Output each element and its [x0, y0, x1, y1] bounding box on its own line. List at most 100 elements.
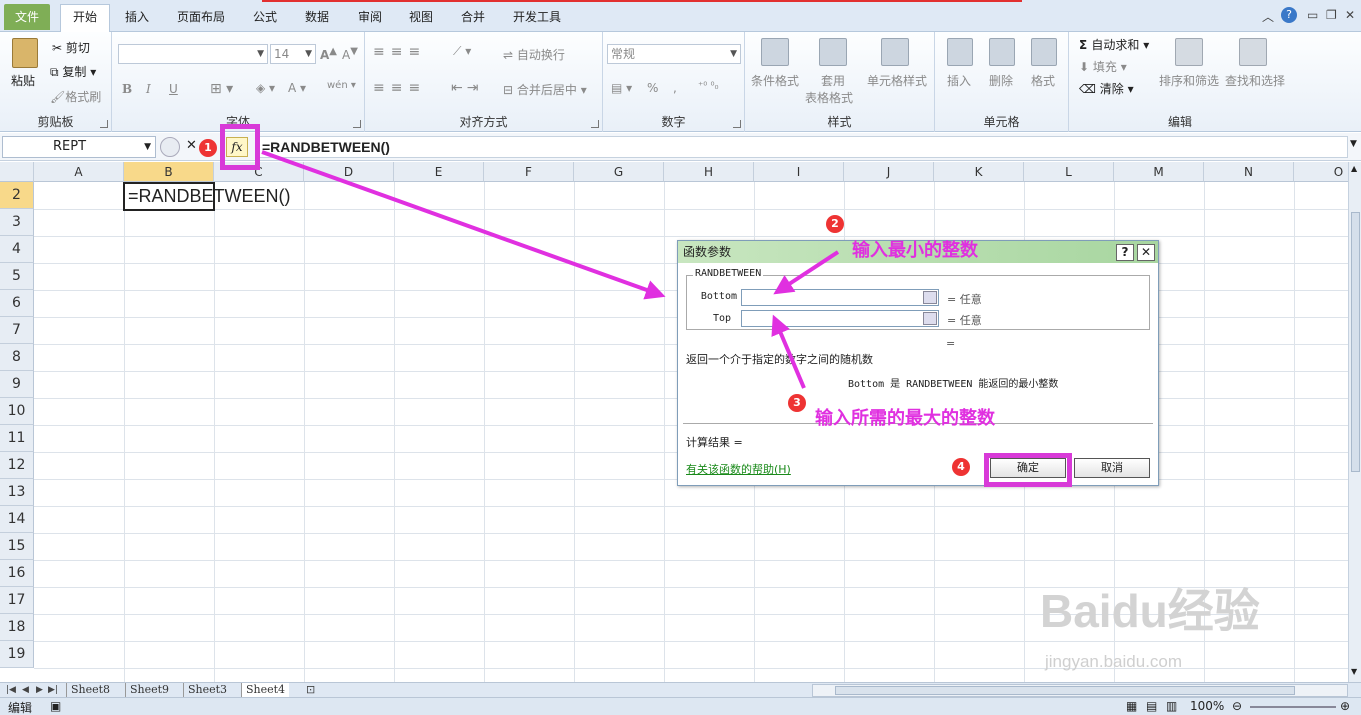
font-launcher-icon[interactable]	[353, 120, 361, 128]
font-size-combo[interactable]: 14 ▼	[270, 44, 316, 64]
fill-button[interactable]: ⬇ 填充 ▾	[1079, 58, 1127, 75]
cut-button[interactable]: ✂ 剪切	[52, 39, 90, 56]
new-sheet-icon[interactable]: ⊡	[306, 683, 315, 697]
alignment-launcher-icon[interactable]	[591, 120, 599, 128]
row-header-7[interactable]: 7	[0, 317, 34, 344]
font-color-icon[interactable]: A ▾	[288, 81, 306, 95]
clear-button[interactable]: ⌫ 清除 ▾	[1079, 80, 1134, 97]
row-header-11[interactable]: 11	[0, 425, 34, 452]
col-header-m[interactable]: M	[1114, 162, 1204, 182]
paste-button[interactable]: 粘贴	[11, 72, 35, 89]
insert-cells-button[interactable]: 插入	[947, 72, 971, 89]
decimal-icons[interactable]: ⁺⁰ ⁰₀	[698, 81, 718, 92]
col-header-b[interactable]: B	[124, 162, 214, 182]
sheet-tab-sheet3[interactable]: Sheet3	[183, 683, 231, 698]
cancel-button[interactable]: 取消	[1074, 458, 1150, 478]
underline-button[interactable]: U	[169, 82, 178, 96]
row-header-5[interactable]: 5	[0, 263, 34, 290]
scroll-up-icon[interactable]: ▲	[1351, 164, 1357, 173]
copy-button[interactable]: ⧉ 复制 ▾	[50, 63, 96, 80]
format-cells-button[interactable]: 格式	[1031, 72, 1055, 89]
formula-input[interactable]: =RANDBETWEEN()	[258, 136, 1348, 158]
row-header-12[interactable]: 12	[0, 452, 34, 479]
bottom-arg-input[interactable]	[741, 289, 939, 306]
delete-cells-button[interactable]: 删除	[989, 72, 1013, 89]
page-break-view-icon[interactable]: ▥	[1166, 699, 1177, 713]
orientation-icon[interactable]: ⟋ ▾	[453, 44, 471, 59]
first-sheet-icon[interactable]: |◀	[6, 683, 16, 697]
select-all-corner[interactable]	[0, 162, 34, 182]
row-header-10[interactable]: 10	[0, 398, 34, 425]
row-header-16[interactable]: 16	[0, 560, 34, 587]
find-select-button[interactable]: 查找和选择	[1225, 72, 1285, 89]
normal-view-icon[interactable]: ▦	[1126, 699, 1137, 713]
paste-icon[interactable]	[12, 38, 38, 68]
horizontal-align-icons[interactable]: ≡≡≡	[373, 80, 426, 96]
zoom-slider[interactable]	[1250, 706, 1336, 708]
col-header-f[interactable]: F	[484, 162, 574, 182]
bold-button[interactable]: B	[122, 82, 132, 96]
zoom-in-icon[interactable]: ⊕	[1340, 699, 1350, 713]
phonetic-icon[interactable]: wén ▾	[327, 80, 356, 91]
tab-formulas[interactable]: 公式	[245, 6, 285, 30]
tab-page-layout[interactable]: 页面布局	[170, 6, 232, 30]
col-header-o[interactable]: O	[1294, 162, 1348, 182]
vertical-scrollbar[interactable]: ▲ ▼	[1348, 162, 1361, 682]
col-header-k[interactable]: K	[934, 162, 1024, 182]
row-header-15[interactable]: 15	[0, 533, 34, 560]
sheet-tab-sheet4[interactable]: Sheet4	[241, 683, 290, 698]
prev-sheet-icon[interactable]: ◀	[22, 683, 29, 697]
sort-filter-button[interactable]: 排序和筛选	[1159, 72, 1219, 89]
sheet-tab-sheet8[interactable]: Sheet8	[66, 683, 114, 698]
scroll-down-icon[interactable]: ▼	[1351, 667, 1357, 676]
restore-icon[interactable]: ❐	[1326, 8, 1337, 22]
tab-data[interactable]: 数据	[297, 6, 337, 30]
autosum-button[interactable]: Σ 自动求和 ▾	[1079, 36, 1149, 53]
comma-icon[interactable]: ,	[673, 81, 677, 95]
row-header-8[interactable]: 8	[0, 344, 34, 371]
fill-color-icon[interactable]: ◈ ▾	[256, 81, 275, 95]
zoom-out-icon[interactable]: ⊖	[1232, 699, 1242, 713]
tab-view[interactable]: 视图	[401, 6, 441, 30]
tab-merge[interactable]: 合并	[453, 6, 493, 30]
row-header-6[interactable]: 6	[0, 290, 34, 317]
col-header-n[interactable]: N	[1204, 162, 1294, 182]
col-header-d[interactable]: D	[304, 162, 394, 182]
table-format-label-2[interactable]: 表格格式	[805, 89, 853, 106]
tab-home[interactable]: 开始	[60, 4, 110, 33]
col-header-j[interactable]: J	[844, 162, 934, 182]
grow-font-icon[interactable]: A▲	[320, 46, 337, 62]
cancel-entry-icon[interactable]: ✕	[186, 138, 197, 153]
horizontal-scroll-thumb[interactable]	[835, 686, 1295, 695]
conditional-format-button[interactable]: 条件格式	[751, 72, 799, 89]
col-header-e[interactable]: E	[394, 162, 484, 182]
help-icon[interactable]: ?	[1281, 7, 1297, 23]
row-header-2[interactable]: 2	[0, 182, 34, 209]
minimize-icon[interactable]: ▭	[1307, 8, 1318, 22]
border-icon[interactable]: ⊞ ▾	[210, 81, 233, 97]
indent-icons[interactable]: ⇤⇥	[451, 80, 482, 96]
collapse-ref-icon[interactable]	[923, 312, 937, 325]
number-format-combo[interactable]: 常规 ▼	[607, 44, 741, 64]
last-sheet-icon[interactable]: ▶|	[48, 683, 58, 697]
top-arg-input[interactable]	[741, 310, 939, 327]
row-header-17[interactable]: 17	[0, 587, 34, 614]
sheet-tab-sheet9[interactable]: Sheet9	[125, 683, 173, 698]
row-header-19[interactable]: 19	[0, 641, 34, 668]
dialog-help-button[interactable]: ?	[1116, 244, 1134, 261]
cell-style-button[interactable]: 单元格样式	[867, 72, 927, 89]
row-header-3[interactable]: 3	[0, 209, 34, 236]
row-header-4[interactable]: 4	[0, 236, 34, 263]
row-header-9[interactable]: 9	[0, 371, 34, 398]
collapse-ref-icon[interactable]	[923, 291, 937, 304]
tab-review[interactable]: 审阅	[350, 6, 390, 30]
col-header-i[interactable]: I	[754, 162, 844, 182]
number-launcher-icon[interactable]	[733, 120, 741, 128]
tab-file[interactable]: 文件	[4, 4, 50, 30]
col-header-g[interactable]: G	[574, 162, 664, 182]
formula-bar-expand-icon[interactable]	[160, 137, 180, 157]
name-box[interactable]: REPT ▼	[2, 136, 156, 158]
next-sheet-icon[interactable]: ▶	[36, 683, 43, 697]
macro-record-icon[interactable]: ▣	[50, 699, 61, 713]
col-header-l[interactable]: L	[1024, 162, 1114, 182]
